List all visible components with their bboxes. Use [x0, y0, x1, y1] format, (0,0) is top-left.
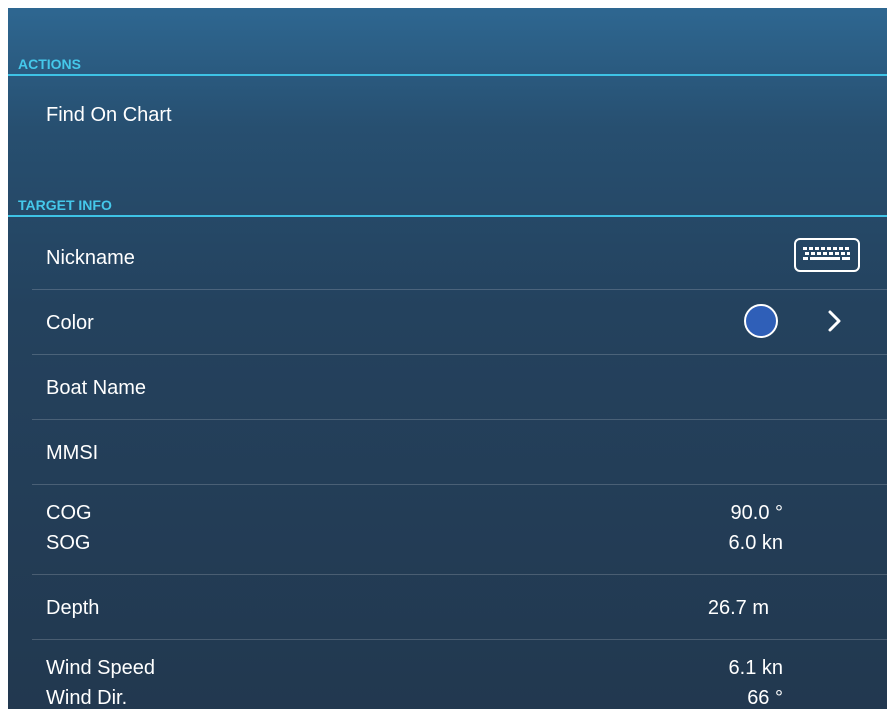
cog-value: 90.0 ° — [730, 502, 783, 524]
color-label: Color — [46, 312, 94, 334]
mmsi-label: MMSI — [46, 442, 99, 464]
target-info-header-label: TARGET INFO — [18, 197, 112, 213]
mmsi-row: MMSI — [32, 420, 887, 485]
find-on-chart-label: Find On Chart — [46, 104, 172, 126]
sog-value: 6.0 kn — [728, 532, 783, 554]
chevron-right-icon[interactable] — [826, 307, 844, 335]
wind-dir-label: Wind Dir. — [46, 687, 128, 709]
target-info-panel: ACTIONS Find On Chart TARGET INFO Nickna… — [8, 8, 887, 709]
target-info-section-header: TARGET INFO — [8, 195, 887, 217]
cog-label: COG — [46, 502, 92, 524]
keyboard-icon[interactable] — [794, 238, 860, 272]
sog-label: SOG — [46, 532, 91, 554]
boat-name-row: Boat Name — [32, 355, 887, 420]
wind-speed-value: 6.1 kn — [728, 657, 783, 679]
boat-name-label: Boat Name — [46, 377, 147, 399]
depth-label: Depth — [46, 597, 100, 619]
nickname-label: Nickname — [46, 247, 135, 269]
find-on-chart-item[interactable]: Find On Chart — [32, 84, 887, 154]
cog-sog-row: COG SOG 90.0 ° 6.0 kn — [32, 485, 887, 575]
wind-speed-label: Wind Speed — [46, 657, 155, 679]
depth-value: 26.7 m — [707, 597, 769, 619]
color-swatch[interactable] — [744, 304, 778, 338]
actions-header-label: ACTIONS — [18, 56, 81, 72]
nickname-row[interactable]: Nickname — [32, 225, 887, 290]
wind-dir-value: 66 ° — [747, 687, 783, 709]
wind-row: Wind Speed Wind Dir. 6.1 kn 66 ° — [32, 640, 887, 709]
actions-section-header: ACTIONS — [8, 54, 887, 76]
depth-row: Depth 26.7 m — [32, 575, 887, 640]
